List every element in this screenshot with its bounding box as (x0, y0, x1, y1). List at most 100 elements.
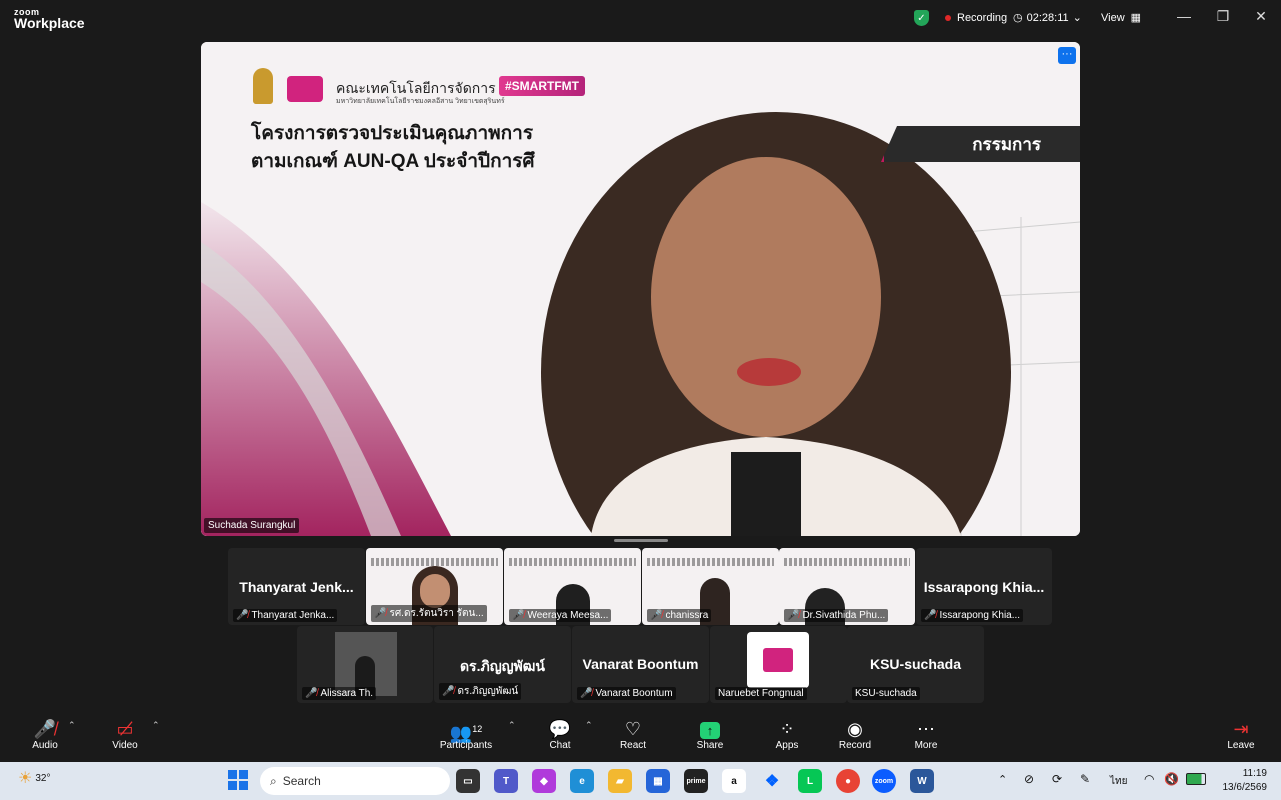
task-view-icon[interactable]: ▭ (456, 769, 480, 793)
mic-muted-icon: 🎤̸ (33, 719, 57, 739)
participant-label: 🎤̸ Thanyarat Jenka... (233, 609, 338, 622)
clock-time: 11:19 (1242, 768, 1267, 779)
participant-name: รศ.ดร.รัตนวิรา รัตน... (389, 608, 484, 619)
windows-start-icon[interactable] (228, 770, 248, 790)
mic-muted-icon: 🎤̸ (305, 688, 318, 699)
video-button[interactable]: ▭̸ Video (108, 718, 142, 751)
zoom-icon[interactable]: zoom (872, 769, 896, 793)
view-button[interactable]: View ▦ (1101, 11, 1142, 25)
slide-background (201, 42, 1080, 536)
chat-icon: 💬 (548, 719, 572, 739)
participant-name: Naruebet Fongnual (718, 688, 804, 699)
share-screen-icon: ↑ (694, 718, 726, 740)
main-video[interactable]: คณะเทคโนโลยีการจัดการ มหาวิทยาลัยเทคโนโล… (201, 42, 1080, 536)
participant-label: 🎤̸ Issarapong Khia... (921, 609, 1024, 622)
file-explorer-icon[interactable]: ▰ (608, 769, 632, 793)
mic-muted-icon: 🎤̸ (580, 688, 593, 699)
video-options-chevron-icon[interactable]: ⌃ (152, 720, 160, 731)
more-dots-icon: ⋯ (917, 719, 935, 739)
battery-icon[interactable] (1186, 773, 1206, 785)
title-bar: zoom Workplace ✓ Recording ◷ 02:28:11 ⌄ … (0, 0, 1281, 40)
participant-tile[interactable]: 🎤̸ Weeraya Meesa... (504, 548, 641, 625)
participant-tile[interactable]: Naruebet Fongnual (710, 626, 847, 703)
close-button[interactable]: ✕ (1251, 8, 1271, 25)
search-icon: ⌕ (270, 773, 277, 788)
volume-muted-icon[interactable]: 🔇 (1164, 772, 1179, 786)
participant-label: 🎤̸ Vanarat Boontum (577, 687, 676, 700)
recording-indicator[interactable]: ✓ Recording (914, 10, 1007, 26)
react-button[interactable]: ♡ React (617, 718, 649, 751)
chevron-down-icon[interactable]: ⌄ (1073, 11, 1082, 24)
wifi-icon[interactable]: ◠ (1144, 772, 1154, 786)
participant-name: Weeraya Meesa... (527, 610, 609, 621)
participant-tile[interactable]: 🎤̸ รศ.ดร.รัตนวิรา รัตน... (366, 548, 503, 625)
clock-date: 13/6/2569 (1222, 782, 1268, 793)
chat-button[interactable]: 💬 Chat (545, 718, 575, 751)
slide-thumbnail-title (647, 558, 774, 566)
participant-name: Vanarat Boontum (595, 688, 673, 699)
participant-tile[interactable]: Thanyarat Jenk... 🎤̸ Thanyarat Jenka... (228, 548, 365, 625)
chat-label: Chat (549, 740, 571, 751)
system-clock[interactable]: 11:19 13/6/2569 (1223, 767, 1268, 795)
participants-button[interactable]: 👥12 Participants (436, 718, 496, 751)
restore-button[interactable]: ❐ (1213, 8, 1233, 25)
copilot-icon[interactable]: ◆ (532, 769, 556, 793)
grid-icon: ▦ (1130, 12, 1142, 24)
view-label: View (1101, 11, 1125, 24)
leave-button[interactable]: ⇥ Leave (1224, 718, 1258, 751)
participant-tile[interactable]: ดร.ภิญญพัฒน์ 🎤̸ ดร.ภิญญพัฒน์ (434, 626, 571, 703)
audio-button[interactable]: 🎤̸ Audio (28, 718, 62, 751)
chrome-icon[interactable]: ● (836, 769, 860, 793)
record-icon: ◉ (847, 719, 863, 739)
security-shield-icon[interactable]: ✓ (914, 10, 929, 26)
participant-name: KSU-suchada (855, 688, 917, 699)
sync-icon[interactable]: ⟳ (1052, 772, 1062, 786)
participant-tile[interactable]: Vanarat Boontum 🎤̸ Vanarat Boontum (572, 626, 709, 703)
language-indicator[interactable]: ไทย (1110, 774, 1127, 789)
dropbox-icon[interactable]: ❖ (760, 769, 784, 793)
more-button[interactable]: ⋯ More (910, 718, 942, 751)
chat-options-chevron-icon[interactable]: ⌃ (585, 720, 593, 731)
apps-icon: ⁘ (779, 719, 795, 739)
participant-tile[interactable]: 🎤̸ Alissara Th. (297, 626, 433, 703)
participant-tile[interactable]: KSU-suchada KSU-suchada (847, 626, 984, 703)
participant-display-name: Issarapong Khia... (923, 579, 1045, 595)
participant-tile[interactable]: Issarapong Khia... 🎤̸ Issarapong Khia... (916, 548, 1052, 625)
search-placeholder: Search (282, 774, 321, 788)
participant-tile[interactable]: 🎤̸ chanissra (642, 548, 779, 625)
edge-icon[interactable]: e (570, 769, 594, 793)
weather-widget[interactable]: ☀ 32° (18, 768, 50, 788)
camera-off-icon[interactable]: ⊘ (1024, 772, 1034, 786)
teams-icon[interactable]: T (494, 769, 518, 793)
store-icon[interactable]: ▦ (646, 769, 670, 793)
gallery-drag-handle[interactable] (614, 539, 668, 542)
react-label: React (619, 740, 647, 751)
participant-name: Dr.Sivathida Phu... (802, 610, 886, 621)
slide-thumbnail-title (509, 558, 636, 566)
line-icon[interactable]: L (798, 769, 822, 793)
apps-button[interactable]: ⁘ Apps (771, 718, 803, 751)
timer-text: 02:28:11 (1026, 11, 1069, 24)
pen-icon[interactable]: ✎ (1080, 772, 1090, 786)
amazon-prime-icon[interactable]: prime (684, 769, 708, 793)
participants-count: 12 (472, 724, 483, 734)
taskbar-search[interactable]: ⌕ Search (260, 767, 450, 795)
record-button[interactable]: ◉ Record (836, 718, 874, 751)
amazon-icon[interactable]: a (722, 769, 746, 793)
mic-muted-icon: 🎤̸ (512, 610, 525, 621)
participants-options-chevron-icon[interactable]: ⌃ (508, 720, 516, 731)
more-options-button[interactable]: ··· (1058, 47, 1076, 64)
more-label: More (914, 740, 938, 751)
minimize-button[interactable]: — (1174, 8, 1194, 24)
show-hidden-icons-chevron-icon[interactable]: ⌃ (998, 773, 1007, 786)
audio-options-chevron-icon[interactable]: ⌃ (68, 720, 76, 731)
participant-display-name: Thanyarat Jenk... (239, 579, 354, 595)
word-icon[interactable]: W (910, 769, 934, 793)
share-button[interactable]: ↑ Share (694, 718, 726, 751)
meeting-toolbar: 🎤̸ Audio ⌃ ▭̸ Video ⌃ 👥12 Participants ⌃… (0, 710, 1281, 762)
participant-tile[interactable]: 🎤̸ Dr.Sivathida Phu... (779, 548, 915, 625)
meeting-timer: ◷ 02:28:11 ⌄ (1013, 11, 1082, 25)
participant-avatar-logo (747, 632, 809, 688)
participant-label: 🎤̸ Dr.Sivathida Phu... (784, 609, 889, 622)
participant-label: KSU-suchada (852, 687, 920, 700)
